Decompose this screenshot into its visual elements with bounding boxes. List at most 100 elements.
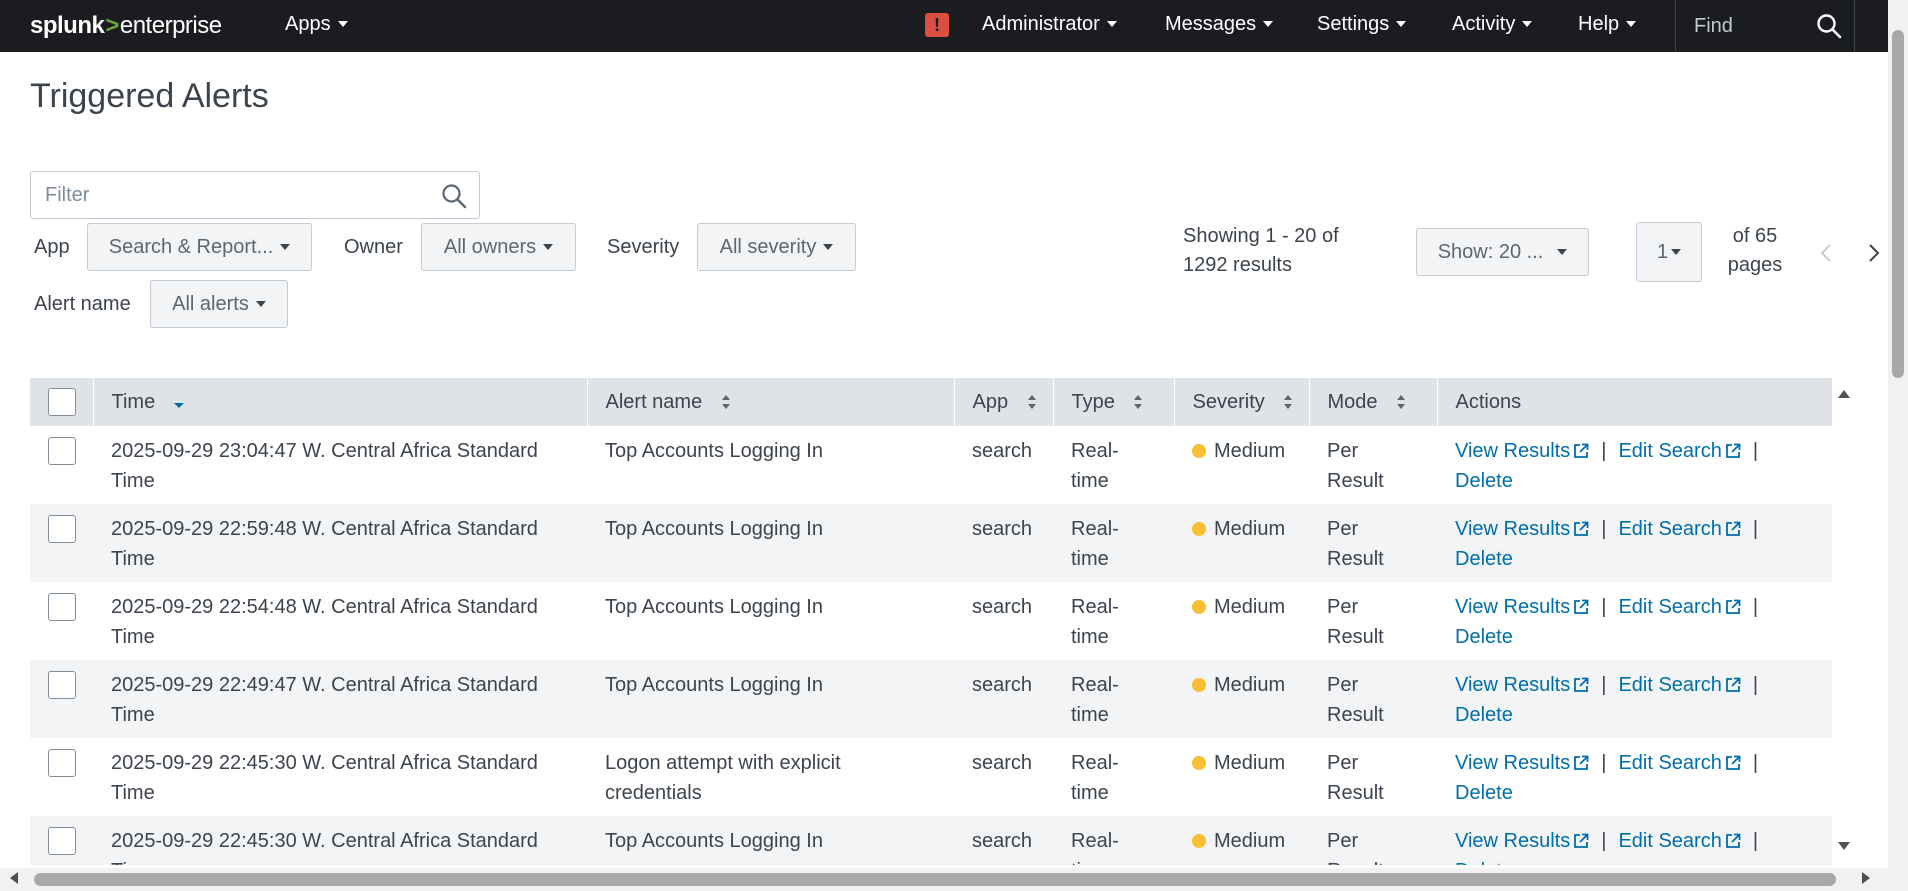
cell-time: 2025-09-29 22:59:48 W. Central Africa St… xyxy=(111,518,538,570)
row-checkbox[interactable] xyxy=(48,593,76,621)
scroll-right-icon[interactable] xyxy=(1860,871,1872,885)
cell-type: Real-time xyxy=(1071,596,1119,648)
delete-link[interactable]: Delete xyxy=(1455,860,1513,865)
view-results-link[interactable]: View Results xyxy=(1455,440,1589,462)
total-pages-line1: of 65 xyxy=(1732,225,1778,247)
delete-link[interactable]: Delete xyxy=(1455,626,1513,648)
action-separator: | xyxy=(1601,440,1607,462)
table-scroll-down-icon[interactable] xyxy=(1837,840,1851,852)
column-header-alert-name-label: Alert name xyxy=(605,390,703,413)
row-checkbox[interactable] xyxy=(48,515,76,543)
table-horizontal-scrollbar-thumb[interactable] xyxy=(34,873,1836,886)
alert-name-filter-dropdown[interactable]: All alerts xyxy=(150,280,288,328)
chevron-down-icon xyxy=(543,244,554,250)
edit-search-link[interactable]: Edit Search xyxy=(1618,830,1741,852)
find-search-box[interactable]: Find xyxy=(1675,0,1855,52)
cell-actions: View Results | Edit Search | Delete xyxy=(1437,660,1832,738)
severity-filter-dropdown[interactable]: All severity xyxy=(697,223,856,271)
external-link-icon xyxy=(1574,443,1589,458)
action-separator: | xyxy=(1601,674,1607,696)
filter-field[interactable] xyxy=(30,171,480,219)
cell-time: 2025-09-29 22:49:47 W. Central Africa St… xyxy=(111,674,538,726)
messages-menu[interactable]: Messages xyxy=(1165,13,1274,36)
table-horizontal-scrollbar[interactable] xyxy=(0,868,1888,891)
page-size-value: Show: 20 ... xyxy=(1437,240,1544,263)
alert-badge-icon[interactable]: ! xyxy=(925,13,949,37)
chevron-down-icon xyxy=(1106,21,1117,27)
user-menu[interactable]: Administrator xyxy=(982,13,1117,36)
next-page-icon[interactable] xyxy=(1867,242,1881,264)
cell-severity: Medium xyxy=(1174,504,1309,582)
edit-search-label: Edit Search xyxy=(1618,752,1722,774)
select-all-checkbox[interactable] xyxy=(48,387,76,416)
cell-type: Real-time xyxy=(1071,440,1119,492)
external-link-icon xyxy=(1574,833,1589,848)
cell-severity: Medium xyxy=(1174,582,1309,660)
sort-icon xyxy=(721,395,730,410)
table-scroll-up-icon[interactable] xyxy=(1837,388,1851,400)
edit-search-link[interactable]: Edit Search xyxy=(1618,518,1741,540)
severity-medium-icon xyxy=(1192,444,1206,458)
previous-page-icon[interactable] xyxy=(1819,242,1833,264)
edit-search-link[interactable]: Edit Search xyxy=(1618,752,1741,774)
row-checkbox[interactable] xyxy=(48,437,76,465)
app-filter-dropdown[interactable]: Search & Report... xyxy=(87,223,312,271)
page-vertical-scrollbar[interactable] xyxy=(1888,0,1908,891)
chevron-down-icon xyxy=(1557,249,1568,255)
apps-menu[interactable]: Apps xyxy=(285,13,348,36)
edit-search-link[interactable]: Edit Search xyxy=(1618,596,1741,618)
column-header-severity-label: Severity xyxy=(1192,390,1265,413)
activity-menu[interactable]: Activity xyxy=(1452,13,1533,36)
external-link-icon xyxy=(1574,521,1589,536)
external-link-icon xyxy=(1574,599,1589,614)
owner-filter-dropdown[interactable]: All owners xyxy=(421,223,576,271)
column-header-type[interactable]: Type xyxy=(1053,378,1175,426)
settings-menu[interactable]: Settings xyxy=(1317,13,1407,36)
page-number-dropdown[interactable]: 1 xyxy=(1636,222,1702,282)
column-header-time[interactable]: Time xyxy=(93,378,588,426)
edit-search-link[interactable]: Edit Search xyxy=(1618,674,1741,696)
splunk-logo[interactable]: splunk > enterprise xyxy=(30,12,222,40)
column-header-app-label: App xyxy=(972,390,1009,413)
cell-actions: View Results | Edit Search | Delete xyxy=(1437,738,1832,816)
cell-time: 2025-09-29 22:45:30 W. Central Africa St… xyxy=(111,830,538,865)
help-menu[interactable]: Help xyxy=(1578,13,1637,36)
severity-label: Medium xyxy=(1214,830,1286,852)
row-checkbox[interactable] xyxy=(48,749,76,777)
page-size-dropdown[interactable]: Show: 20 ... xyxy=(1416,228,1589,276)
results-count: Showing 1 - 20 of 1292 results xyxy=(1183,222,1363,280)
view-results-link[interactable]: View Results xyxy=(1455,752,1589,774)
page-vertical-scrollbar-thumb[interactable] xyxy=(1892,30,1904,378)
delete-link[interactable]: Delete xyxy=(1455,704,1513,726)
view-results-label: View Results xyxy=(1455,596,1571,618)
delete-link[interactable]: Delete xyxy=(1455,548,1513,570)
view-results-link[interactable]: View Results xyxy=(1455,674,1589,696)
cell-alert-name: Top Accounts Logging In xyxy=(605,596,823,618)
chevron-down-icon xyxy=(280,244,291,250)
column-header-time-label: Time xyxy=(111,390,156,413)
filter-input[interactable] xyxy=(31,172,431,218)
column-header-severity[interactable]: Severity xyxy=(1174,378,1310,426)
app-filter-label: App xyxy=(34,236,70,258)
view-results-label: View Results xyxy=(1455,752,1571,774)
view-results-link[interactable]: View Results xyxy=(1455,518,1589,540)
column-header-alert-name[interactable]: Alert name xyxy=(587,378,955,426)
edit-search-link[interactable]: Edit Search xyxy=(1618,440,1741,462)
view-results-link[interactable]: View Results xyxy=(1455,596,1589,618)
delete-link[interactable]: Delete xyxy=(1455,470,1513,492)
cell-severity: Medium xyxy=(1174,816,1309,865)
severity-filter-label: Severity xyxy=(607,236,680,258)
row-checkbox[interactable] xyxy=(48,827,76,855)
column-header-app[interactable]: App xyxy=(954,378,1054,426)
scroll-left-icon[interactable] xyxy=(8,871,20,885)
logo-text-chevron: > xyxy=(105,12,119,39)
delete-link[interactable]: Delete xyxy=(1455,782,1513,804)
app-filter-value: Search & Report... xyxy=(108,235,274,258)
search-icon[interactable] xyxy=(1816,13,1842,39)
severity-label: Medium xyxy=(1214,440,1286,462)
external-link-icon xyxy=(1725,599,1741,614)
sort-descending-icon xyxy=(173,403,184,409)
column-header-mode[interactable]: Mode xyxy=(1309,378,1438,426)
row-checkbox[interactable] xyxy=(48,671,76,699)
view-results-link[interactable]: View Results xyxy=(1455,830,1589,852)
